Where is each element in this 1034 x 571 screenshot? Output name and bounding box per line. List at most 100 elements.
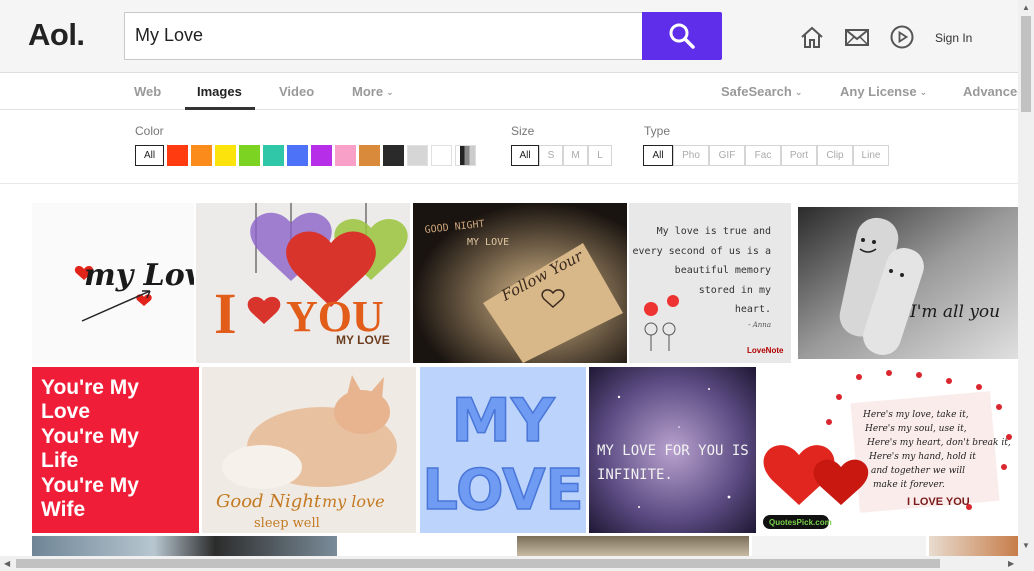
type-line-button[interactable]: Line xyxy=(853,145,889,166)
image-result[interactable] xyxy=(752,536,926,556)
image-thumbnail: Good Night my love sleep well xyxy=(202,367,416,533)
safesearch-label: SafeSearch xyxy=(721,84,792,99)
tab-more[interactable]: More ⌄ xyxy=(352,84,394,99)
image-text-line: You're My xyxy=(41,425,139,448)
color-swatch[interactable] xyxy=(431,145,452,166)
advanced-link[interactable]: Advanced xyxy=(963,84,1025,99)
quote-line: My love is true and xyxy=(657,226,771,237)
image-thumbnail: I YOU MY LOVE xyxy=(196,203,410,363)
image-text: I xyxy=(214,281,237,346)
magnifier-icon xyxy=(669,23,695,49)
scroll-up-icon[interactable]: ▲ xyxy=(1022,3,1030,12)
color-swatch[interactable] xyxy=(407,145,428,166)
sign-in-link[interactable]: Sign In xyxy=(935,31,972,45)
image-brand: LoveNote xyxy=(747,346,784,355)
image-brand: QuotesPick.com xyxy=(769,518,832,527)
page: Aol. My Love Sign In Web Images Video Mo… xyxy=(0,0,1034,571)
color-swatch[interactable] xyxy=(311,145,332,166)
quote-line: Here's my heart, don't break it, xyxy=(866,438,1011,448)
mail-icon[interactable] xyxy=(844,24,870,50)
scroll-down-icon[interactable]: ▼ xyxy=(1022,541,1030,550)
color-swatch[interactable] xyxy=(167,145,188,166)
image-text: my love xyxy=(322,492,385,511)
image-thumbnail: I'm all you xyxy=(798,207,1018,359)
quote-line: stored in my xyxy=(699,285,771,296)
type-gif-button[interactable]: GIF xyxy=(709,145,745,166)
image-result[interactable]: GOOD NIGHT MY LOVE Follow Your xyxy=(413,203,627,363)
image-result[interactable]: I YOU MY LOVE xyxy=(196,203,410,363)
chevron-down-icon: ⌄ xyxy=(794,87,803,97)
color-swatch[interactable] xyxy=(239,145,260,166)
quote-line: make it forever. xyxy=(873,480,945,490)
color-swatch-grayscale[interactable] xyxy=(455,145,476,166)
image-text: MY LOVE FOR YOU IS xyxy=(597,443,749,459)
quote-line: Here's my hand, hold it xyxy=(868,452,976,462)
image-result[interactable]: I'm all you xyxy=(798,207,1018,359)
tab-video[interactable]: Video xyxy=(279,84,314,99)
scroll-left-icon[interactable]: ◀ xyxy=(4,559,10,568)
image-result[interactable]: MY LOVE FOR YOU IS INFINITE. xyxy=(589,367,756,533)
image-text: I'm all you xyxy=(909,302,1000,322)
size-filter-label: Size xyxy=(511,124,535,138)
image-thumbnail: MY LOVE FOR YOU IS INFINITE. xyxy=(589,367,756,533)
color-swatch[interactable] xyxy=(359,145,380,166)
image-thumbnail: GOOD NIGHT MY LOVE Follow Your xyxy=(413,203,627,363)
color-swatch[interactable] xyxy=(215,145,236,166)
quote-line: heart. xyxy=(735,304,771,315)
color-swatch[interactable] xyxy=(383,145,404,166)
image-thumbnail: my Love xyxy=(74,258,194,322)
image-thumbnail: My love is true and every second of us i… xyxy=(629,203,791,363)
image-result[interactable]: MY LOVE xyxy=(420,367,586,533)
scroll-right-icon[interactable]: ▶ xyxy=(1008,559,1014,568)
safesearch-dropdown[interactable]: SafeSearch ⌄ xyxy=(721,84,802,99)
size-small-button[interactable]: S xyxy=(539,145,563,166)
tab-more-label: More xyxy=(352,84,384,99)
color-all-button[interactable]: All xyxy=(135,145,164,166)
search-input[interactable]: My Love xyxy=(124,12,642,60)
size-all-button[interactable]: All xyxy=(511,145,539,166)
type-all-button[interactable]: All xyxy=(643,145,673,166)
color-swatch[interactable] xyxy=(263,145,284,166)
image-result[interactable] xyxy=(929,536,1018,556)
size-large-button[interactable]: L xyxy=(588,145,612,166)
image-text: INFINITE. xyxy=(597,467,673,483)
image-thumbnail: MY LOVE xyxy=(420,367,586,533)
header: Aol. My Love Sign In xyxy=(0,0,1018,73)
tab-images[interactable]: Images xyxy=(197,84,242,99)
type-portrait-button[interactable]: Port xyxy=(781,145,817,166)
image-result[interactable] xyxy=(517,536,749,556)
type-clipart-button[interactable]: Clip xyxy=(817,145,853,166)
color-swatch[interactable] xyxy=(287,145,308,166)
vertical-tabs: Web Images Video More ⌄ SafeSearch ⌄ Any L… xyxy=(0,73,1025,110)
image-thumbnail: Here's my love, take it, Here's my soul,… xyxy=(759,367,1018,533)
search-button[interactable] xyxy=(642,12,722,60)
quote-line: and together we will xyxy=(871,466,965,476)
image-result[interactable]: Good Night my love sleep well xyxy=(202,367,416,533)
vertical-scroll-thumb[interactable] xyxy=(1021,16,1031,112)
type-filter-label: Type xyxy=(644,124,671,138)
image-result[interactable]: my Love xyxy=(32,203,194,363)
tab-web[interactable]: Web xyxy=(134,84,161,99)
license-dropdown[interactable]: Any License ⌄ xyxy=(840,84,927,99)
image-text-line: You're My xyxy=(41,376,139,399)
quote-line: Here's my love, take it, xyxy=(862,410,969,420)
image-text: sleep well xyxy=(254,516,320,531)
home-icon[interactable] xyxy=(799,24,825,50)
image-text: my Love xyxy=(84,258,194,293)
aol-logo[interactable]: Aol. xyxy=(28,17,85,53)
image-result[interactable]: Here's my love, take it, Here's my soul,… xyxy=(759,367,1018,533)
type-face-button[interactable]: Fac xyxy=(745,145,781,166)
horizontal-scroll-thumb[interactable] xyxy=(16,559,940,568)
image-text-line: Wife xyxy=(41,498,85,521)
size-medium-button[interactable]: M xyxy=(563,145,588,166)
image-result[interactable] xyxy=(32,536,337,556)
image-result[interactable]: You're My Love You're My Life You're My … xyxy=(32,367,199,533)
image-text-line: You're My xyxy=(41,474,139,497)
type-photo-button[interactable]: Pho xyxy=(673,145,709,166)
color-filter-label: Color xyxy=(135,124,164,138)
color-swatch[interactable] xyxy=(191,145,212,166)
color-swatch[interactable] xyxy=(335,145,356,166)
image-result[interactable]: My love is true and every second of us i… xyxy=(629,203,791,363)
image-text-line: Love xyxy=(41,400,90,423)
video-play-icon[interactable] xyxy=(889,24,915,50)
